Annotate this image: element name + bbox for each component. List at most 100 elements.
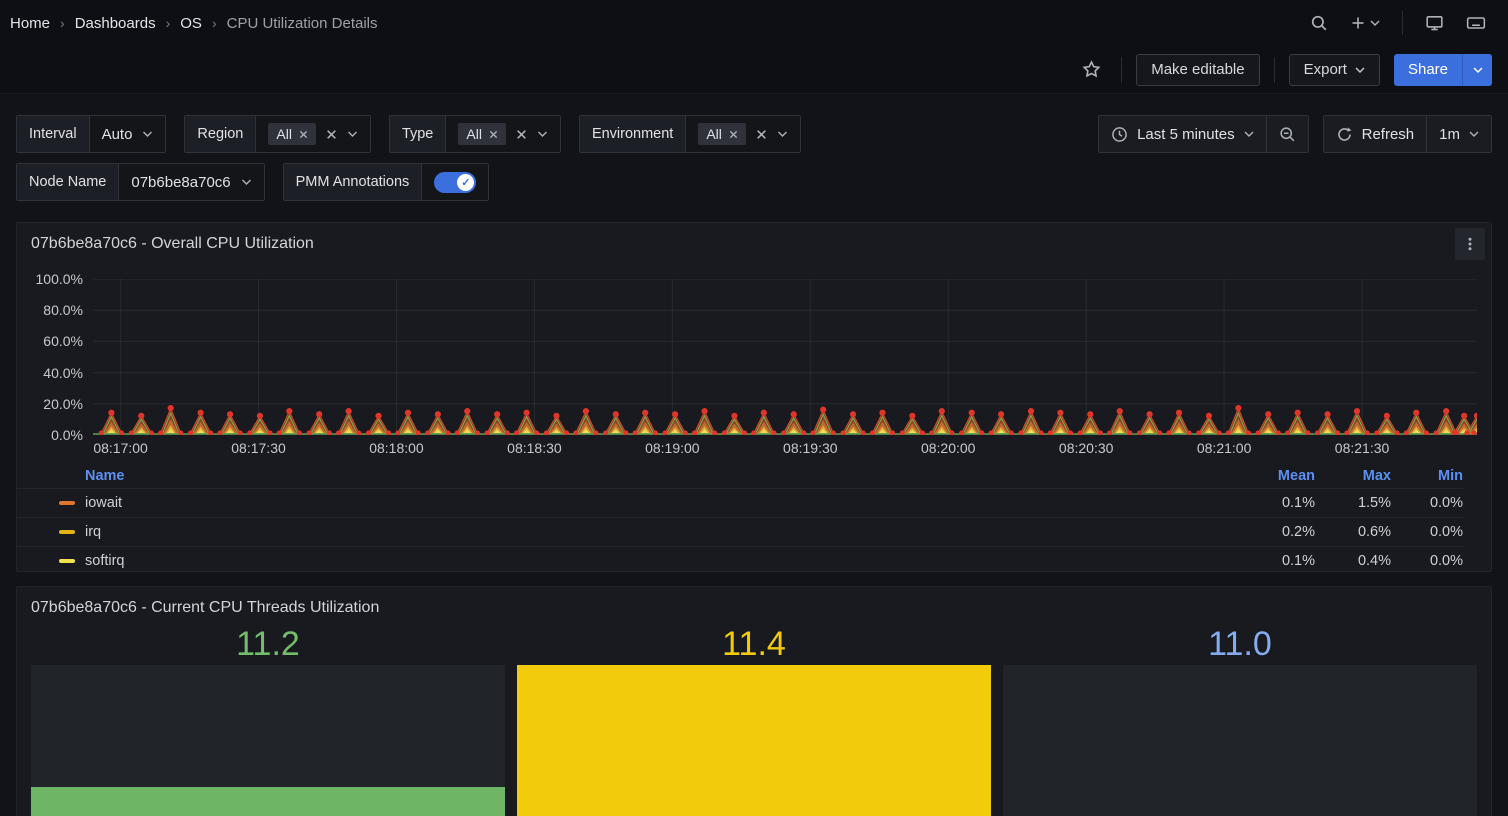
legend-series-iowait[interactable]: iowait: [17, 488, 1239, 517]
time-series-svg: [93, 279, 1477, 435]
environment-variable: Environment All: [579, 115, 801, 153]
share-split-button: Share: [1394, 54, 1492, 86]
refresh-icon: [1336, 126, 1353, 143]
chip-label: All: [706, 126, 722, 142]
chevron-down-icon: [1244, 130, 1254, 138]
legend-col-name[interactable]: Name: [17, 465, 1239, 488]
panel-title[interactable]: 07b6be8a70c6 - Current CPU Threads Utili…: [31, 599, 379, 617]
chevron-down-icon: [347, 130, 358, 138]
close-icon[interactable]: [299, 130, 308, 139]
cpu-thread-gauge-1: 11.2: [31, 623, 505, 816]
pmm-annotations-toggle[interactable]: ✓: [434, 172, 476, 193]
x-tick-label: 08:18:30: [507, 440, 562, 456]
series-color-swatch: [59, 501, 75, 505]
x-tick-label: 08:21:00: [1197, 440, 1252, 456]
refresh-button[interactable]: Refresh: [1324, 116, 1427, 152]
kiosk-mode-button[interactable]: [1419, 8, 1450, 38]
refresh-label: Refresh: [1362, 126, 1415, 143]
series-min: 0.0%: [1391, 517, 1463, 546]
top-nav: Home › Dashboards › OS › CPU Utilization…: [0, 0, 1508, 46]
series-mean: 0.1%: [1239, 546, 1315, 572]
type-select[interactable]: All: [446, 116, 560, 152]
panel-menu-button[interactable]: [1455, 228, 1485, 260]
environment-select[interactable]: All: [686, 116, 800, 152]
panel-title[interactable]: 07b6be8a70c6 - Overall CPU Utilization: [31, 235, 314, 253]
interval-label: Interval: [17, 116, 90, 152]
type-chip-all[interactable]: All: [458, 123, 506, 145]
filter-row-2: Node Name 07b6be8a70c6 PMM Annotations ✓: [16, 163, 1492, 201]
legend-col-min[interactable]: Min: [1391, 465, 1463, 488]
clear-selection-icon[interactable]: [756, 129, 767, 140]
breadcrumb-home[interactable]: Home: [10, 15, 50, 32]
x-tick-label: 08:20:30: [1059, 440, 1114, 456]
breadcrumb-separator: ›: [166, 15, 171, 31]
x-tick-label: 08:21:30: [1335, 440, 1390, 456]
pmm-annotations-control: PMM Annotations ✓: [283, 163, 490, 201]
node-name-select[interactable]: 07b6be8a70c6: [119, 164, 263, 200]
make-editable-label: Make editable: [1151, 61, 1244, 78]
legend-table: Name Mean Max Min iowait 0.1% 1.5% 0.0%: [17, 465, 1491, 572]
make-editable-button[interactable]: Make editable: [1136, 54, 1259, 86]
add-new-button[interactable]: [1344, 9, 1386, 37]
x-axis: 08:17:0008:17:3008:18:0008:18:3008:19:00…: [93, 435, 1477, 461]
y-tick-label: 100.0%: [36, 271, 83, 287]
monitor-icon: [1425, 14, 1444, 32]
legend-col-max[interactable]: Max: [1315, 465, 1391, 488]
chevron-down-icon: [1473, 66, 1483, 74]
interval-variable: Interval Auto: [16, 115, 166, 153]
series-min: 0.0%: [1391, 488, 1463, 517]
time-range-button[interactable]: Last 5 minutes: [1099, 116, 1266, 152]
clear-selection-icon[interactable]: [516, 129, 527, 140]
breadcrumb-separator: ›: [212, 15, 217, 31]
node-name-value: 07b6be8a70c6: [131, 174, 230, 191]
interval-select[interactable]: Auto: [90, 116, 166, 152]
series-color-swatch: [59, 559, 75, 563]
panel-header: 07b6be8a70c6 - Overall CPU Utilization: [17, 223, 1491, 257]
close-icon[interactable]: [489, 130, 498, 139]
share-button[interactable]: Share: [1394, 54, 1462, 86]
y-tick-label: 40.0%: [43, 365, 83, 381]
favorite-star-button[interactable]: [1076, 54, 1107, 85]
region-chip-all[interactable]: All: [268, 123, 316, 145]
chevron-down-icon: [241, 178, 252, 186]
node-name-variable: Node Name 07b6be8a70c6: [16, 163, 265, 201]
breadcrumb-dashboards[interactable]: Dashboards: [75, 15, 156, 32]
topnav-actions: [1304, 8, 1492, 38]
type-variable: Type All: [389, 115, 561, 153]
export-button[interactable]: Export: [1289, 54, 1380, 86]
cpu-thread-gauge-3: 11.0: [1003, 623, 1477, 816]
series-name: softirq: [85, 553, 125, 569]
series-min: 0.0%: [1391, 546, 1463, 572]
region-select[interactable]: All: [256, 116, 370, 152]
node-name-label: Node Name: [17, 164, 119, 200]
pmm-annotations-label: PMM Annotations: [284, 164, 423, 200]
chevron-down-icon: [1469, 130, 1479, 138]
toggle-check-icon: ✓: [457, 174, 474, 191]
close-icon[interactable]: [729, 130, 738, 139]
time-range-label: Last 5 minutes: [1137, 126, 1235, 143]
chip-label: All: [276, 126, 292, 142]
legend-series-irq[interactable]: irq: [17, 517, 1239, 546]
breadcrumb-os[interactable]: OS: [180, 15, 202, 32]
plot-area[interactable]: [93, 279, 1477, 435]
cpu-utilization-chart: 0.0%20.0%40.0%60.0%80.0%100.0%: [17, 279, 1491, 435]
keyboard-shortcuts-button[interactable]: [1460, 8, 1492, 38]
clear-selection-icon[interactable]: [326, 129, 337, 140]
search-button[interactable]: [1304, 8, 1334, 38]
kebab-menu-icon: [1462, 236, 1478, 252]
share-options-button[interactable]: [1462, 54, 1492, 86]
environment-chip-all[interactable]: All: [698, 123, 746, 145]
refresh-interval-button[interactable]: 1m: [1427, 116, 1491, 152]
series-max: 0.6%: [1315, 517, 1391, 546]
divider: [1121, 57, 1122, 83]
legend-col-mean[interactable]: Mean: [1239, 465, 1315, 488]
overall-cpu-utilization-panel: 07b6be8a70c6 - Overall CPU Utilization 0…: [16, 222, 1492, 572]
chevron-down-icon: [142, 130, 153, 138]
chevron-down-icon: [537, 130, 548, 138]
plus-icon: [1350, 15, 1366, 31]
x-tick-label: 08:17:00: [93, 440, 148, 456]
series-color-swatch: [59, 530, 75, 534]
export-label: Export: [1304, 61, 1347, 78]
zoom-out-time-button[interactable]: [1267, 116, 1308, 152]
legend-series-softirq[interactable]: softirq: [17, 546, 1239, 572]
